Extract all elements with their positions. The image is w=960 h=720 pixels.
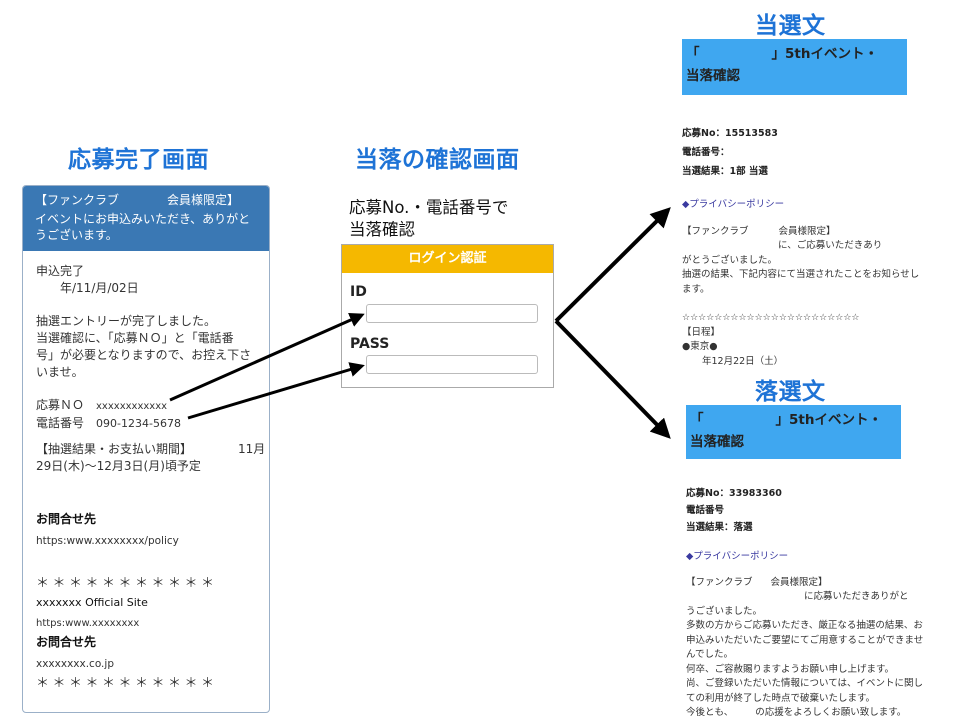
arrow-to-lose (554, 319, 671, 439)
flow-arrows (169, 207, 671, 439)
arrow-no-to-id (169, 312, 365, 402)
arrow-tel-to-pass (187, 362, 365, 420)
arrow-to-win (554, 207, 671, 323)
